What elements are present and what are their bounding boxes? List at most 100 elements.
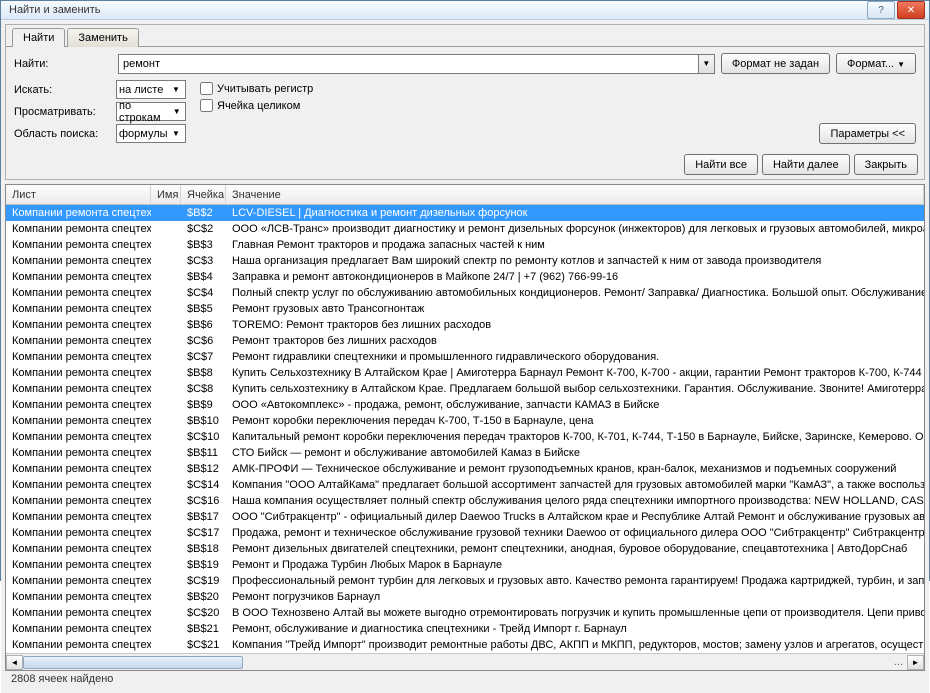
- cell-ref: $C$19: [181, 575, 226, 587]
- result-row[interactable]: Компании ремонта спецтехники$B$20Ремонт …: [6, 589, 924, 605]
- result-row[interactable]: Компании ремонта спецтехники$C$8Купить с…: [6, 381, 924, 397]
- parameters-button[interactable]: Параметры <<: [819, 123, 916, 144]
- cell-value: ООО «ЛСВ-Транс» производит диагностику и…: [226, 223, 924, 235]
- cell-sheet: Компании ремонта спецтехники: [6, 623, 151, 635]
- status-bar: 2808 ячеек найдено: [5, 671, 925, 689]
- col-sheet[interactable]: Лист: [6, 185, 151, 204]
- result-row[interactable]: Компании ремонта спецтехники$C$7Ремонт г…: [6, 349, 924, 365]
- cell-sheet: Компании ремонта спецтехники: [6, 575, 151, 587]
- cell-value: Наша организация предлагает Вам широкий …: [226, 255, 924, 267]
- scroll-track[interactable]: [23, 655, 890, 670]
- result-row[interactable]: Компании ремонта спецтехники$B$10Ремонт …: [6, 413, 924, 429]
- cell-sheet: Компании ремонта спецтехники: [6, 223, 151, 235]
- cell-ref: $B$11: [181, 447, 226, 459]
- results-body[interactable]: Компании ремонта спецтехники$B$2LCV-DIES…: [6, 205, 924, 653]
- cell-value: Полный спектр услуг по обслуживанию авто…: [226, 287, 924, 299]
- result-row[interactable]: Компании ремонта спецтехники$B$9ООО «Авт…: [6, 397, 924, 413]
- cell-value: Профессиональный ремонт турбин для легко…: [226, 575, 924, 587]
- cell-ref: $B$10: [181, 415, 226, 427]
- tab-find[interactable]: Найти: [12, 28, 65, 47]
- scan-select[interactable]: по строкам▼: [116, 102, 186, 121]
- result-row[interactable]: Компании ремонта спецтехники$C$21Компани…: [6, 637, 924, 653]
- result-row[interactable]: Компании ремонта спецтехники$C$2ООО «ЛСВ…: [6, 221, 924, 237]
- whole-cell-checkbox[interactable]: [200, 99, 213, 112]
- cell-sheet: Компании ремонта спецтехники: [6, 271, 151, 283]
- scroll-right-icon[interactable]: ►: [907, 655, 924, 670]
- result-row[interactable]: Компании ремонта спецтехники$C$17Продажа…: [6, 525, 924, 541]
- match-case-check[interactable]: Учитывать регистр: [200, 82, 313, 95]
- tab-replace[interactable]: Заменить: [67, 28, 138, 47]
- result-row[interactable]: Компании ремонта спецтехники$B$3Главная …: [6, 237, 924, 253]
- find-dropdown-button[interactable]: ▼: [699, 54, 715, 74]
- result-row[interactable]: Компании ремонта спецтехники$C$16Наша ко…: [6, 493, 924, 509]
- result-row[interactable]: Компании ремонта спецтехники$B$2LCV-DIES…: [6, 205, 924, 221]
- scroll-thumb[interactable]: [23, 656, 243, 669]
- col-name[interactable]: Имя: [151, 185, 181, 204]
- result-row[interactable]: Компании ремонта спецтехники $B$19Ремонт …: [6, 557, 924, 573]
- cell-ref: $B$6: [181, 319, 226, 331]
- scroll-ellipsis: ...: [890, 656, 907, 668]
- cell-ref: $B$19: [181, 559, 226, 571]
- cell-ref: $B$21: [181, 623, 226, 635]
- cell-ref: $C$10: [181, 431, 226, 443]
- result-row[interactable]: Компании ремонта спецтехники $C$19Професс…: [6, 573, 924, 589]
- result-row[interactable]: Компании ремонта спецтехники$C$20В ООО Т…: [6, 605, 924, 621]
- scroll-left-icon[interactable]: ◄: [6, 655, 23, 670]
- search-in-select[interactable]: на листе▼: [116, 80, 186, 99]
- whole-cell-check[interactable]: Ячейка целиком: [200, 99, 313, 112]
- cell-ref: $B$5: [181, 303, 226, 315]
- result-row[interactable]: Компании ремонта спецтехники$C$14Компани…: [6, 477, 924, 493]
- result-row[interactable]: Компании ремонта спецтехники$B$6TOREMO: …: [6, 317, 924, 333]
- result-row[interactable]: Компании ремонта спецтехники$B$8Купить С…: [6, 365, 924, 381]
- result-row[interactable]: Компании ремонта спецтехники$C$3Наша орг…: [6, 253, 924, 269]
- cell-value: Ремонт и Продажа Турбин Любых Марок в Ба…: [226, 559, 924, 571]
- match-case-checkbox[interactable]: [200, 82, 213, 95]
- format-button[interactable]: Формат...▼: [836, 53, 916, 74]
- find-input[interactable]: [118, 54, 699, 74]
- result-row[interactable]: Компании ремонта спецтехники$B$17ООО "Си…: [6, 509, 924, 525]
- cell-value: Ремонт дизельных двигателей спецтехники,…: [226, 543, 924, 555]
- scope-select[interactable]: формулы▼: [116, 124, 186, 143]
- result-row[interactable]: Компании ремонта спецтехники$C$6Ремонт т…: [6, 333, 924, 349]
- dialog-body: Найти Заменить Найти: ▼ Формат не задан …: [1, 20, 929, 693]
- col-value[interactable]: Значение: [226, 185, 924, 204]
- cell-sheet: Компании ремонта спецтехники: [6, 351, 151, 363]
- result-row[interactable]: Компании ремонта спецтехники$B$12АМК-ПРО…: [6, 461, 924, 477]
- help-button[interactable]: ?: [867, 1, 895, 19]
- cell-value: Ремонт, обслуживание и диагностика спецт…: [226, 623, 924, 635]
- horizontal-scrollbar[interactable]: ◄ ... ►: [6, 653, 924, 670]
- result-row[interactable]: Компании ремонта спецтехники$B$4Заправка…: [6, 269, 924, 285]
- result-row[interactable]: Компании ремонта спецтехники$C$10Капитал…: [6, 429, 924, 445]
- format-not-set-button[interactable]: Формат не задан: [721, 53, 830, 74]
- cell-value: Капитальный ремонт коробки переключения …: [226, 431, 924, 443]
- cell-value: Купить сельхозтехнику в Алтайском Крае. …: [226, 383, 924, 395]
- scan-label: Просматривать:: [14, 106, 112, 118]
- cell-value: СТО Бийск — ремонт и обслуживание автомо…: [226, 447, 924, 459]
- cell-ref: $C$17: [181, 527, 226, 539]
- find-all-button[interactable]: Найти все: [684, 154, 758, 175]
- cell-sheet: Компании ремонта спецтехники: [6, 207, 151, 219]
- cell-value: В ООО Технозвено Алтай вы можете выгодно…: [226, 607, 924, 619]
- results-list: Лист Имя Ячейка Значение Компании ремонт…: [5, 184, 925, 671]
- col-cell[interactable]: Ячейка: [181, 185, 226, 204]
- cell-ref: $C$8: [181, 383, 226, 395]
- result-row[interactable]: Компании ремонта спецтехники$B$11СТО Бий…: [6, 445, 924, 461]
- cell-value: АМК-ПРОФИ — Техническое обслуживание и р…: [226, 463, 924, 475]
- tab-content: Найти: ▼ Формат не задан Формат...▼ Иска…: [6, 46, 924, 150]
- cell-sheet: Компании ремонта спецтехники: [6, 303, 151, 315]
- search-in-label: Искать:: [14, 84, 112, 96]
- cell-value: Главная Ремонт тракторов и продажа запас…: [226, 239, 924, 251]
- titlebar[interactable]: Найти и заменить ? ✕: [1, 1, 929, 20]
- cell-value: Ремонт коробки переключения передач К-70…: [226, 415, 924, 427]
- cell-sheet: Компании ремонта спецтехники: [6, 559, 151, 571]
- cell-ref: $C$14: [181, 479, 226, 491]
- close-button[interactable]: Закрыть: [854, 154, 918, 175]
- find-next-button[interactable]: Найти далее: [762, 154, 850, 175]
- result-row[interactable]: Компании ремонта спецтехники$B$18Ремонт …: [6, 541, 924, 557]
- result-row[interactable]: Компании ремонта спецтехники$B$5Ремонт г…: [6, 301, 924, 317]
- cell-sheet: Компании ремонта спецтехники: [6, 399, 151, 411]
- window-close-button[interactable]: ✕: [897, 1, 925, 19]
- cell-value: Продажа, ремонт и техническое обслуживан…: [226, 527, 924, 539]
- result-row[interactable]: Компании ремонта спецтехники$C$4Полный с…: [6, 285, 924, 301]
- result-row[interactable]: Компании ремонта спецтехники $B$21Ремонт,…: [6, 621, 924, 637]
